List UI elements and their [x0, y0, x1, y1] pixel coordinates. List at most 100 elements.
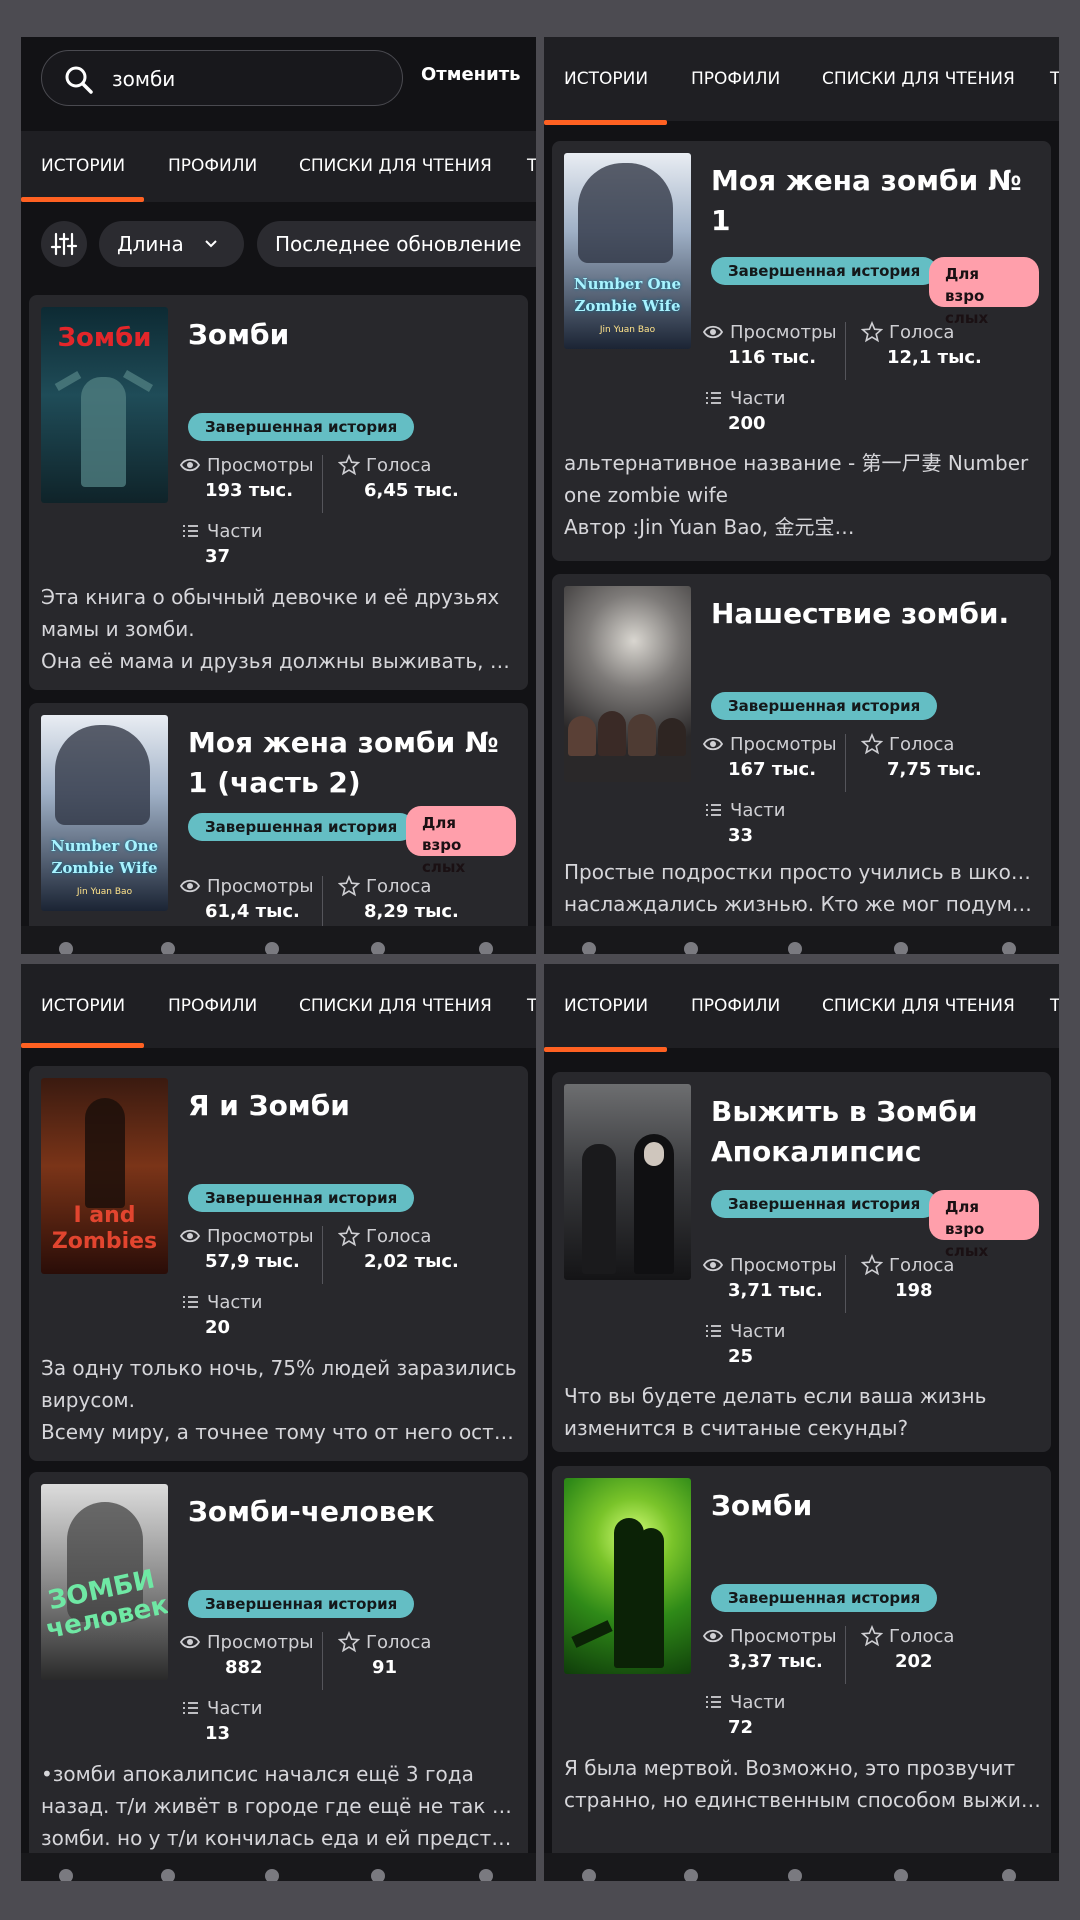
cancel-button[interactable]: Отменить	[421, 64, 521, 85]
story-cover: Зомби	[41, 307, 168, 503]
search-field[interactable]	[41, 50, 403, 106]
story-description: За одну только ночь, 75% людей заразилис…	[41, 1356, 519, 1444]
last-updated-filter[interactable]: Последнее обновление	[257, 221, 536, 267]
home-icon[interactable]	[59, 942, 73, 954]
tab-stories[interactable]: ИСТОРИИ	[41, 131, 125, 202]
parts-count: 13	[205, 1723, 231, 1744]
story-description: Эта книга о обычный девочке и её друзьях…	[41, 585, 519, 673]
votes-count: 202	[895, 1651, 933, 1672]
story-card[interactable]: ЗОМБИ человек Зомби-человек Завершенная …	[29, 1472, 528, 1872]
tab-stories[interactable]: ИСТОРИИ	[564, 964, 648, 1048]
filter-bar: Длина Последнее обновление	[21, 213, 536, 283]
eye-icon	[179, 879, 201, 893]
last-updated-label: Последнее обновление	[275, 232, 522, 256]
write-icon[interactable]	[371, 1869, 385, 1881]
search-results-panel-2: ИСТОРИИ ПРОФИЛИ СПИСКИ ДЛЯ ЧТЕНИЯ Т Numb…	[544, 37, 1059, 954]
home-icon[interactable]	[59, 1869, 73, 1881]
story-card[interactable]: Выжить в Зомби Апокалипсис Завершенная и…	[552, 1072, 1051, 1452]
story-title[interactable]: Выжить в Зомби Апокалипсис	[711, 1092, 1041, 1172]
profile-icon[interactable]	[1002, 942, 1016, 954]
cover-title: ЗОМБИ человек	[43, 1564, 168, 1646]
story-title[interactable]: Зомби	[711, 1486, 1041, 1526]
story-card[interactable]: Зомби Завершенная история Просмотры 3,37…	[552, 1466, 1051, 1866]
active-tab-indicator	[21, 1043, 144, 1048]
search-nav-icon[interactable]	[684, 1869, 698, 1881]
eye-icon	[179, 1635, 201, 1649]
story-title[interactable]: Моя жена зомби № 1 (часть 2)	[188, 723, 518, 803]
story-title[interactable]: Зомби	[188, 315, 518, 355]
home-icon[interactable]	[582, 1869, 596, 1881]
library-icon[interactable]	[265, 942, 279, 954]
profile-icon[interactable]	[1002, 1869, 1016, 1881]
completed-badge: Завершенная история	[711, 1584, 938, 1612]
tab-stories[interactable]: ИСТОРИИ	[564, 37, 648, 121]
divider	[845, 322, 846, 380]
search-bar: Отменить	[21, 37, 536, 129]
library-icon[interactable]	[788, 942, 802, 954]
mature-badge: Для взро слых	[929, 1190, 1039, 1260]
write-icon[interactable]	[371, 942, 385, 954]
votes-stat: Голоса 198	[861, 1254, 1001, 1301]
search-nav-icon[interactable]	[161, 942, 175, 954]
story-cover: Number One Zombie Wife Jin Yuan Bao	[564, 153, 691, 349]
cover-title: Number One Zombie Wife	[573, 275, 682, 315]
votes-count: 6,45 тыс.	[364, 480, 459, 501]
cover-author: Jin Yuan Bao	[76, 887, 133, 897]
votes-stat: Голоса 202	[861, 1625, 1001, 1672]
home-icon[interactable]	[582, 942, 596, 954]
story-cover: ЗОМБИ человек	[41, 1484, 168, 1680]
divider	[845, 1255, 846, 1313]
tab-profiles[interactable]: ПРОФИЛИ	[691, 964, 780, 1048]
parts-stat: Части 25	[702, 1320, 842, 1367]
search-nav-icon[interactable]	[161, 1869, 175, 1881]
tab-reading-lists[interactable]: СПИСКИ ДЛЯ ЧТЕНИЯ	[299, 964, 492, 1048]
search-nav-icon[interactable]	[684, 942, 698, 954]
search-results-panel-1: Отменить ИСТОРИИ ПРОФИЛИ СПИСКИ ДЛЯ ЧТЕН…	[21, 37, 536, 954]
star-icon	[861, 321, 883, 343]
story-card[interactable]: I and Zombies Я и Зомби Завершенная исто…	[29, 1066, 528, 1461]
tab-more[interactable]: Т	[1050, 964, 1059, 1048]
divider	[322, 455, 323, 513]
tab-profiles[interactable]: ПРОФИЛИ	[168, 131, 257, 202]
profile-icon[interactable]	[479, 942, 493, 954]
parts-count: 20	[205, 1317, 231, 1338]
parts-stat: Части 37	[179, 520, 319, 567]
story-title[interactable]: Нашествие зомби.	[711, 594, 1041, 634]
completed-badge: Завершенная история	[188, 1184, 415, 1212]
search-results-panel-3: ИСТОРИИ ПРОФИЛИ СПИСКИ ДЛЯ ЧТЕНИЯ Т I an…	[21, 964, 536, 1881]
write-icon[interactable]	[894, 942, 908, 954]
story-card[interactable]: Зомби Зомби Завершенная история Просмотр…	[29, 295, 528, 690]
tab-profiles[interactable]: ПРОФИЛИ	[168, 964, 257, 1048]
profile-icon[interactable]	[479, 1869, 493, 1881]
library-icon[interactable]	[265, 1869, 279, 1881]
story-card[interactable]: Нашествие зомби. Завершенная история Про…	[552, 574, 1051, 954]
eye-icon	[702, 1258, 724, 1272]
tab-reading-lists[interactable]: СПИСКИ ДЛЯ ЧТЕНИЯ	[822, 37, 1015, 121]
tab-stories[interactable]: ИСТОРИИ	[41, 964, 125, 1048]
views-count: 882	[225, 1657, 263, 1678]
story-title[interactable]: Зомби-человек	[188, 1492, 518, 1532]
filter-settings-button[interactable]	[41, 221, 87, 267]
tab-profiles[interactable]: ПРОФИЛИ	[691, 37, 780, 121]
star-icon	[861, 1625, 883, 1647]
active-tab-indicator	[544, 1047, 667, 1052]
story-cover: I and Zombies	[41, 1078, 168, 1274]
story-title[interactable]: Моя жена зомби № 1	[711, 161, 1041, 241]
tab-reading-lists[interactable]: СПИСКИ ДЛЯ ЧТЕНИЯ	[299, 131, 492, 202]
story-card[interactable]: Number One Zombie Wife Jin Yuan Bao Моя …	[29, 703, 528, 943]
tab-reading-lists[interactable]: СПИСКИ ДЛЯ ЧТЕНИЯ	[822, 964, 1015, 1048]
chevron-down-icon	[205, 240, 217, 248]
views-count: 57,9 тыс.	[205, 1251, 300, 1272]
search-input[interactable]	[110, 63, 374, 95]
story-card[interactable]: Number One Zombie Wife Jin Yuan Bao Моя …	[552, 141, 1051, 561]
completed-badge: Завершенная история	[711, 1190, 938, 1218]
tab-more[interactable]: Т	[527, 964, 536, 1048]
views-count: 116 тыс.	[728, 347, 817, 368]
write-icon[interactable]	[894, 1869, 908, 1881]
tab-more[interactable]: Т	[1050, 37, 1059, 121]
library-icon[interactable]	[788, 1869, 802, 1881]
divider	[845, 734, 846, 792]
story-title[interactable]: Я и Зомби	[188, 1086, 518, 1126]
length-filter[interactable]: Длина	[99, 221, 244, 267]
tab-more[interactable]: Т	[527, 131, 536, 202]
